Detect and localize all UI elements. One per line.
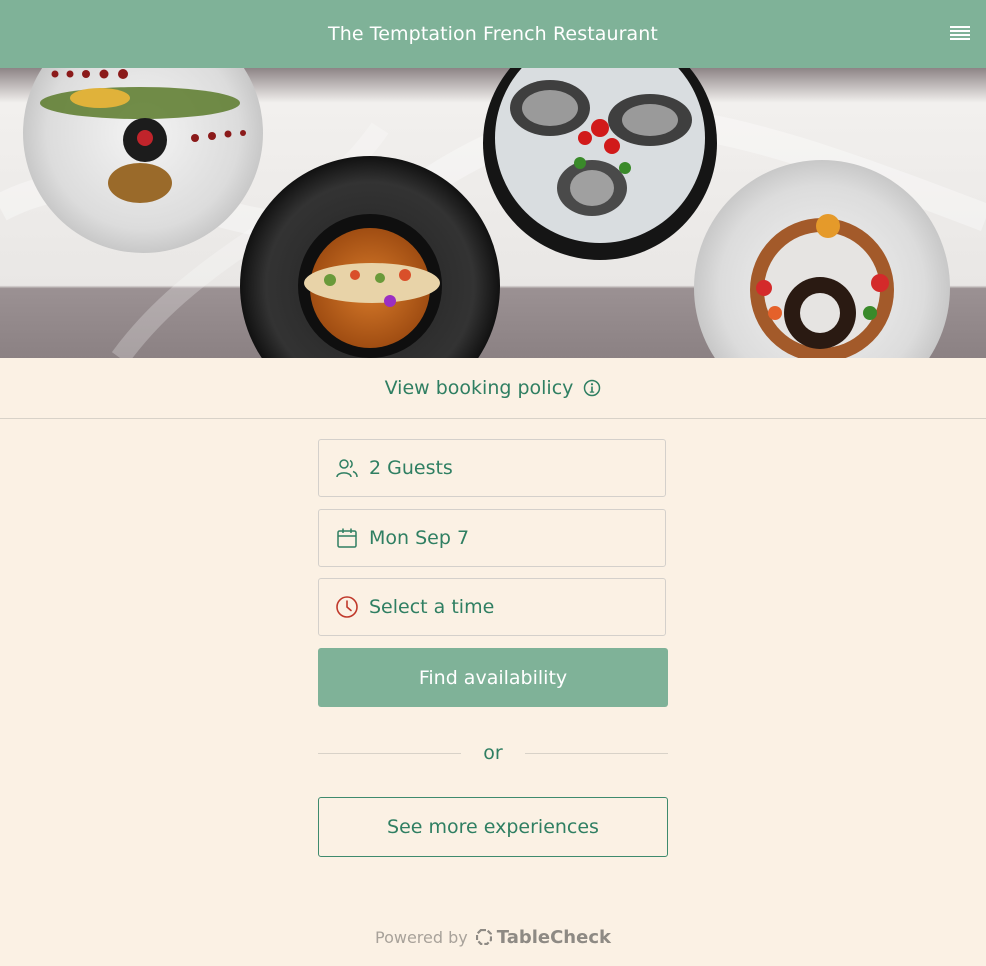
- divider-line-left: [318, 752, 462, 754]
- tablecheck-brand-text: TableCheck: [496, 926, 611, 948]
- time-select[interactable]: Select a time: [318, 578, 666, 636]
- hamburger-menu-icon[interactable]: [950, 26, 970, 42]
- app-header: The Temptation French Restaurant: [0, 0, 986, 68]
- booking-policy-link[interactable]: View booking policy: [0, 358, 986, 419]
- clock-icon: [335, 595, 359, 619]
- date-select[interactable]: Mon Sep 7: [318, 509, 666, 567]
- see-more-experiences-button[interactable]: See more experiences: [318, 797, 668, 857]
- powered-by-label: Powered by: [375, 927, 468, 947]
- find-availability-button[interactable]: Find availability: [318, 648, 668, 707]
- info-icon: [583, 379, 601, 397]
- date-value: Mon Sep 7: [369, 527, 470, 549]
- guests-value: 2 Guests: [369, 457, 453, 479]
- tablecheck-logo[interactable]: TableCheck: [475, 926, 611, 948]
- time-placeholder: Select a time: [369, 596, 495, 618]
- calendar-icon: [335, 526, 359, 550]
- or-divider: or: [318, 738, 668, 768]
- or-label: or: [483, 742, 503, 764]
- booking-policy-label: View booking policy: [384, 377, 574, 399]
- tablecheck-icon: [475, 929, 492, 945]
- guests-select[interactable]: 2 Guests: [318, 439, 666, 497]
- hero-image: [0, 68, 986, 358]
- restaurant-title: The Temptation French Restaurant: [328, 23, 658, 45]
- divider-line-right: [524, 752, 668, 754]
- footer: Powered by TableCheck: [0, 922, 986, 952]
- users-icon: [335, 456, 359, 480]
